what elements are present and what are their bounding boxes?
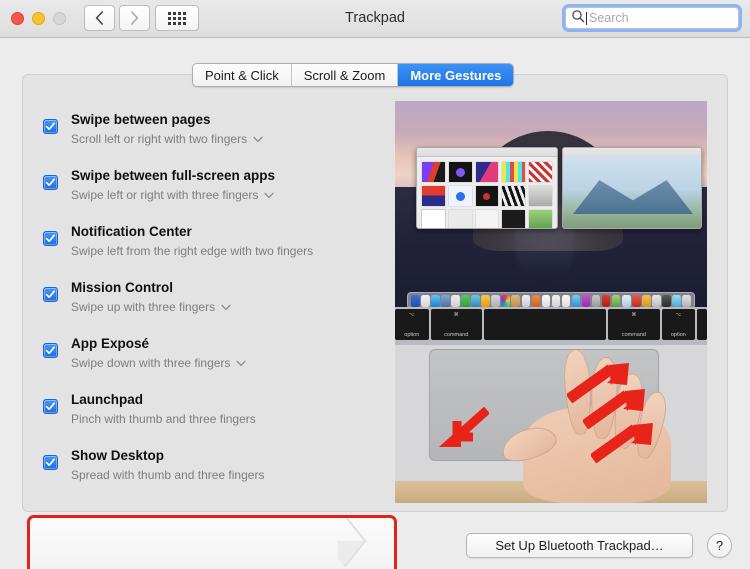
gesture-subtitle-group: Swipe left from the right edge with two … bbox=[71, 243, 313, 259]
gesture-list: Swipe between pages Scroll left or right… bbox=[23, 99, 393, 491]
search-icon bbox=[571, 9, 585, 28]
gesture-text-group: Notification Center Swipe left from the … bbox=[71, 219, 313, 259]
gesture-text-group: Swipe between full-screen apps Swipe lef… bbox=[71, 163, 275, 203]
gesture-subtitle-group: Spread with thumb and three fingers bbox=[71, 467, 264, 483]
gesture-demo-preview: ⌥ option ⌘ command ⌘ command ⌥ option bbox=[395, 101, 707, 503]
gesture-row-notification-center[interactable]: Notification Center Swipe left from the … bbox=[23, 211, 393, 267]
demo-mac-screen bbox=[395, 101, 707, 313]
demo-window-content bbox=[563, 157, 701, 228]
key-command-right: ⌘ command bbox=[608, 309, 660, 340]
checkbox-show-desktop[interactable] bbox=[43, 455, 58, 470]
gesture-row-swipe-between-full-screen-apps[interactable]: Swipe between full-screen apps Swipe lef… bbox=[23, 155, 393, 211]
gesture-subtitle-group: Swipe left or right with three fingers bbox=[71, 187, 275, 203]
key-option-left: ⌥ option bbox=[395, 309, 429, 340]
gesture-title: Swipe between pages bbox=[71, 112, 211, 127]
key-option-right: ⌥ option bbox=[661, 309, 696, 340]
gesture-title: Show Desktop bbox=[71, 448, 165, 463]
chevron-down-icon[interactable] bbox=[253, 131, 263, 147]
gesture-subtitle: Swipe down with three fingers bbox=[71, 356, 231, 370]
demo-thumbnail-grid bbox=[417, 157, 557, 228]
gesture-title: App Exposé bbox=[71, 336, 150, 351]
demo-window-titlebar bbox=[417, 148, 557, 157]
gesture-subtitle: Swipe left from the right edge with two … bbox=[71, 244, 314, 258]
checkbox-notification-center[interactable] bbox=[43, 231, 58, 246]
row-arrow-shape bbox=[338, 518, 394, 569]
arrow-thumb-down-left bbox=[437, 407, 489, 449]
search-input[interactable]: Search bbox=[565, 7, 739, 29]
tab-more-gestures[interactable]: More Gestures bbox=[398, 64, 514, 86]
gesture-title: Notification Center bbox=[71, 224, 192, 239]
window-titlebar: Trackpad Search bbox=[0, 0, 750, 38]
gesture-row-swipe-between-pages[interactable]: Swipe between pages Scroll left or right… bbox=[23, 99, 393, 155]
show-desktop-row-background bbox=[30, 518, 394, 569]
gesture-title: Swipe between full-screen apps bbox=[71, 168, 276, 183]
checkbox-app-expose[interactable] bbox=[43, 343, 58, 358]
trackpad-preferences-window: Trackpad Search Point & Click Scroll & Z… bbox=[0, 0, 750, 569]
tab-bar: Point & Click Scroll & Zoom More Gesture… bbox=[192, 63, 515, 87]
demo-window-gallery bbox=[416, 147, 558, 229]
gesture-subtitle-group: Swipe up with three fingers bbox=[71, 299, 231, 315]
chevron-down-icon[interactable] bbox=[264, 187, 275, 203]
checkbox-swipe-between-full-screen-apps[interactable] bbox=[43, 175, 58, 190]
help-button[interactable]: ? bbox=[707, 533, 732, 558]
gesture-subtitle: Swipe left or right with three fingers bbox=[71, 188, 259, 202]
gesture-text-group: Swipe between pages Scroll left or right… bbox=[71, 107, 263, 147]
gesture-subtitle-group: Scroll left or right with two fingers bbox=[71, 131, 263, 147]
chevron-down-icon[interactable] bbox=[236, 355, 247, 371]
gesture-subtitle: Pinch with thumb and three fingers bbox=[71, 412, 256, 426]
checkbox-mission-control[interactable] bbox=[43, 287, 58, 302]
demo-photo-shape bbox=[573, 180, 693, 214]
gesture-row-show-desktop[interactable]: Show Desktop Spread with thumb and three… bbox=[23, 435, 393, 491]
gesture-title: Mission Control bbox=[71, 280, 173, 295]
key-spacebar bbox=[483, 309, 607, 340]
chevron-down-icon[interactable] bbox=[221, 299, 231, 315]
gesture-subtitle: Spread with thumb and three fingers bbox=[71, 468, 265, 482]
key-command-left: ⌘ command bbox=[430, 309, 482, 340]
demo-window-photo bbox=[562, 147, 702, 229]
checkbox-swipe-between-pages[interactable] bbox=[43, 119, 58, 134]
gesture-text-group: App Exposé Swipe down with three fingers bbox=[71, 331, 247, 371]
gesture-text-group: Mission Control Swipe up with three fing… bbox=[71, 275, 231, 315]
gesture-row-app-expose[interactable]: App Exposé Swipe down with three fingers bbox=[23, 323, 393, 379]
gesture-text-group: Show Desktop Spread with thumb and three… bbox=[71, 443, 264, 483]
search-placeholder: Search bbox=[589, 11, 629, 25]
key-arrow bbox=[697, 309, 707, 340]
checkbox-launchpad[interactable] bbox=[43, 399, 58, 414]
tab-scroll-and-zoom[interactable]: Scroll & Zoom bbox=[291, 64, 399, 86]
gesture-text-group: Launchpad Pinch with thumb and three fin… bbox=[71, 387, 256, 427]
search-field-container[interactable]: Search bbox=[562, 4, 742, 32]
gesture-row-mission-control[interactable]: Mission Control Swipe up with three fing… bbox=[23, 267, 393, 323]
demo-keyboard-keys: ⌥ option ⌘ command ⌘ command ⌥ option bbox=[395, 307, 707, 345]
gesture-subtitle: Swipe up with three fingers bbox=[71, 300, 216, 314]
text-caret bbox=[586, 11, 587, 25]
gesture-subtitle-group: Pinch with thumb and three fingers bbox=[71, 411, 256, 427]
gesture-title: Launchpad bbox=[71, 392, 144, 407]
gesture-row-launchpad[interactable]: Launchpad Pinch with thumb and three fin… bbox=[23, 379, 393, 435]
tab-point-and-click[interactable]: Point & Click bbox=[193, 64, 292, 86]
set-up-bluetooth-trackpad-button[interactable]: Set Up Bluetooth Trackpad… bbox=[466, 533, 693, 558]
gesture-subtitle: Scroll left or right with two fingers bbox=[71, 132, 248, 146]
preferences-panel: Swipe between pages Scroll left or right… bbox=[22, 74, 728, 569]
arrow-finger-up-right-3 bbox=[591, 421, 655, 463]
demo-window-titlebar bbox=[563, 148, 701, 157]
demo-trackpad-scene bbox=[395, 345, 707, 503]
gesture-subtitle-group: Swipe down with three fingers bbox=[71, 355, 247, 371]
